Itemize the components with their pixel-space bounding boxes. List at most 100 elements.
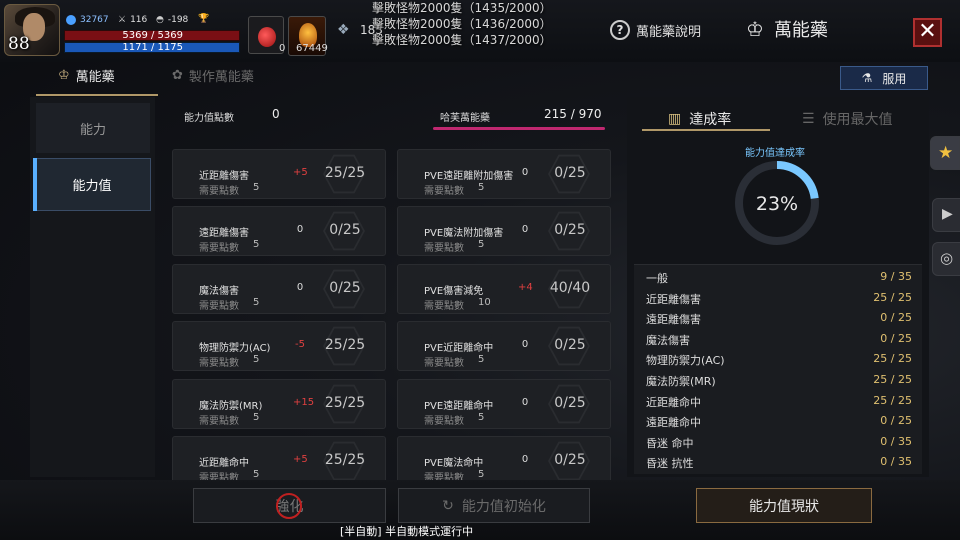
summary-label: 近距離命中 [646, 395, 701, 409]
stat-card[interactable]: 遠距離傷害 需要點數 5 0 0/25 [172, 206, 386, 256]
required-points: 5 [478, 182, 485, 193]
stat-progress: 0/25 [329, 280, 361, 296]
stat-card[interactable]: PVE近距離命中 需要點數 5 0 0/25 [397, 321, 611, 371]
required-label: 需要點數 [199, 358, 239, 369]
summary-row: 遠距離命中 0 / 25 [634, 409, 922, 430]
tab-max-use-label: 使用最大值 [822, 112, 893, 128]
summary-value: 0 / 35 [880, 455, 912, 469]
rate-percent: 23% [755, 193, 799, 215]
side-star-button[interactable]: ★ [930, 136, 960, 170]
summary-label: 遠距離命中 [646, 416, 701, 430]
list-star-icon: ☰ [802, 111, 815, 127]
required-points: 5 [253, 239, 260, 250]
play-icon: ▶ [942, 206, 953, 222]
summary-row: 魔法防禦(MR) 25 / 25 [634, 368, 922, 389]
required-label: 需要點數 [199, 301, 239, 312]
stat-bonus: 0 [296, 282, 304, 293]
reset-stats-button[interactable]: ↻ 能力值初始化 [398, 488, 590, 523]
bar-chart-icon: ▥ [668, 111, 682, 127]
stat-name: PVE遠距離附加傷害 [424, 171, 514, 182]
stat-name: PVE魔法附加傷害 [424, 228, 504, 239]
stat-progress: 40/40 [549, 280, 591, 296]
summary-value: 0 / 25 [880, 331, 912, 345]
stat-bonus: 0 [521, 339, 529, 350]
stat-card[interactable]: PVE傷害減免 需要點數 10 +4 40/40 [397, 264, 611, 314]
required-points: 5 [253, 182, 260, 193]
stat-bonus: 0 [521, 454, 529, 465]
right-tab-underline [642, 129, 770, 131]
stat-card[interactable]: PVE魔法命中 需要點數 5 0 0/25 [397, 436, 611, 480]
required-label: 需要點數 [199, 243, 239, 254]
stat-bonus: +5 [293, 454, 308, 465]
required-label: 需要點數 [424, 416, 464, 427]
stat-card[interactable]: PVE遠距離命中 需要點數 5 0 0/25 [397, 379, 611, 429]
required-points: 5 [253, 354, 260, 365]
reset-label: 能力值初始化 [461, 498, 546, 515]
summary-value: 0 / 25 [880, 311, 912, 325]
enhance-button[interactable]: 強化 [193, 488, 386, 523]
tab-max-use[interactable]: ☰ 使用最大值 [802, 109, 893, 129]
summary-row: 昏迷 命中 0 / 35 [634, 430, 922, 451]
required-label: 需要點數 [424, 358, 464, 369]
stat-name: PVE遠距離命中 [424, 401, 494, 412]
summary-label: 一般 [646, 272, 668, 285]
stat-bonus: 0 [296, 224, 304, 235]
stat-name: 魔法傷害 [199, 286, 239, 297]
stat-bonus: +5 [293, 167, 308, 178]
required-points: 5 [253, 412, 260, 423]
tab-achievement-label: 達成率 [689, 112, 732, 128]
stat-card[interactable]: PVE遠距離附加傷害 需要點數 5 0 0/25 [397, 149, 611, 199]
stat-card[interactable]: 近距離傷害 需要點數 5 +5 25/25 [172, 149, 386, 199]
stat-name: 物理防禦力(AC) [199, 343, 271, 354]
side-play-button[interactable]: ▶ [932, 198, 960, 232]
summary-label: 物理防禦力(AC) [646, 354, 725, 368]
auto-mode-message: [半自動] 半自動模式運行中 [340, 525, 474, 538]
stat-bonus: +15 [293, 397, 315, 408]
summary-value: 25 / 25 [873, 352, 912, 366]
required-label: 需要點數 [199, 473, 239, 480]
stats-status-button[interactable]: 能力值現狀 [696, 488, 872, 523]
stat-progress: 0/25 [554, 337, 586, 353]
required-points: 5 [253, 297, 260, 308]
stat-card[interactable]: PVE魔法附加傷害 需要點數 5 0 0/25 [397, 206, 611, 256]
star-icon: ★ [938, 143, 954, 163]
required-label: 需要點數 [199, 186, 239, 197]
summary-value: 25 / 25 [873, 393, 912, 407]
stat-name: PVE傷害減免 [424, 286, 484, 297]
stat-name: PVE魔法命中 [424, 458, 484, 469]
stat-card[interactable]: 近距離命中 需要點數 5 +5 25/25 [172, 436, 386, 480]
summary-row: 遠距離傷害 0 / 25 [634, 306, 922, 327]
stat-bonus: 0 [521, 167, 529, 178]
stat-progress: 0/25 [554, 452, 586, 468]
required-label: 需要點數 [424, 301, 464, 312]
tab-achievement[interactable]: ▥ 達成率 [668, 109, 731, 129]
stat-bonus: 0 [521, 224, 529, 235]
side-swirl-button[interactable]: ◎ [932, 242, 960, 276]
summary-value: 0 / 25 [880, 414, 912, 428]
stat-card[interactable]: 物理防禦力(AC) 需要點數 5 -5 25/25 [172, 321, 386, 371]
stat-progress: 25/25 [324, 337, 366, 353]
stat-bonus: 0 [521, 397, 529, 408]
stat-progress: 0/25 [554, 165, 586, 181]
stat-name: 近距離傷害 [199, 171, 249, 182]
summary-row: 一般 9 / 35 [634, 265, 922, 286]
summary-label: 昏迷 抗性 [646, 457, 694, 471]
summary-row: 魔法傷害 0 / 25 [634, 327, 922, 348]
stat-card[interactable]: 魔法傷害需要點數 5 0 0/25 [172, 264, 386, 314]
stat-card[interactable]: 魔法防禦(MR) 需要點數 5 +15 25/25 [172, 379, 386, 429]
required-label: 需要點數 [199, 416, 239, 427]
stat-bonus: -5 [295, 339, 305, 350]
stat-bonus: +4 [518, 282, 533, 293]
required-label: 需要點數 [424, 473, 464, 480]
required-points: 5 [478, 239, 485, 250]
stat-name: PVE近距離命中 [424, 343, 494, 354]
summary-label: 近距離傷害 [646, 292, 701, 306]
required-points: 10 [478, 297, 491, 308]
stat-name: 遠距離傷害 [199, 228, 249, 239]
required-label: 需要點數 [424, 243, 464, 254]
reset-icon: ↻ [442, 497, 454, 514]
summary-value: 25 / 25 [873, 373, 912, 386]
summary-label: 魔法防禦(MR) [646, 375, 716, 388]
summary-label: 昏迷 命中 [646, 436, 694, 450]
stat-progress: 0/25 [554, 222, 586, 238]
